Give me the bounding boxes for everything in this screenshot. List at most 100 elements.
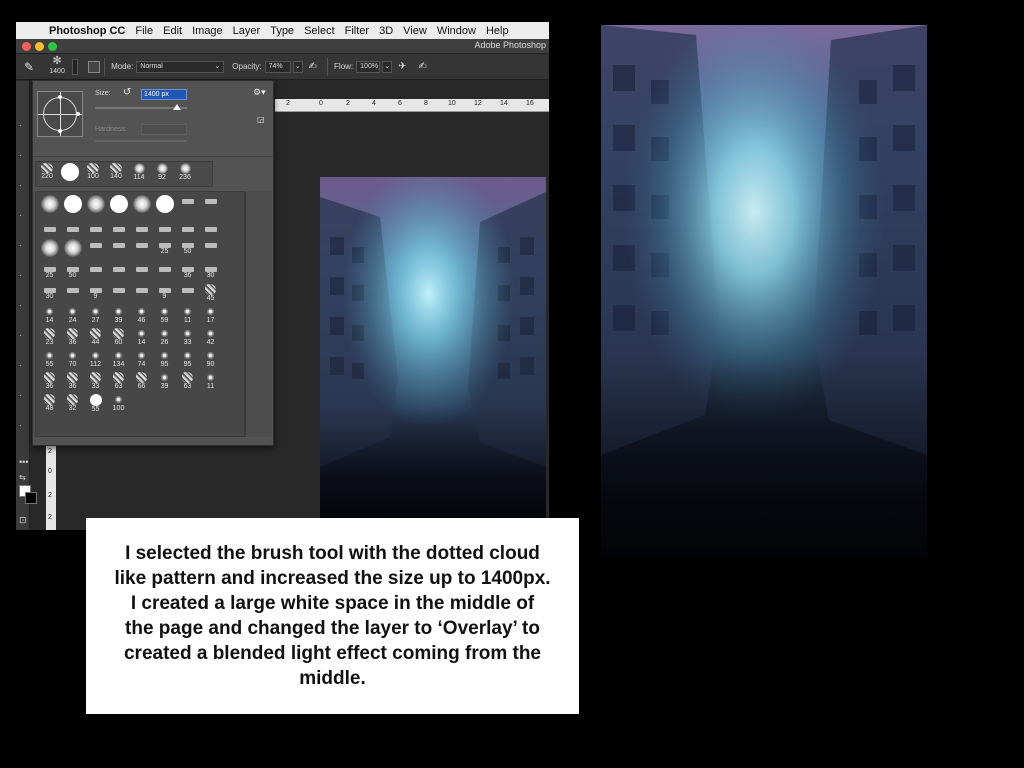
brush-preset[interactable] [107, 262, 130, 284]
brush-preset[interactable]: 11 [199, 371, 222, 393]
quick-mask-icon[interactable]: ⊡ [19, 515, 27, 526]
brush-preset[interactable] [130, 194, 153, 216]
brush-preset[interactable]: 36 [61, 371, 84, 393]
close-window-button[interactable] [22, 42, 31, 51]
menu-image[interactable]: Image [187, 25, 228, 37]
stamp-tool-icon[interactable]: · [19, 331, 22, 340]
eyedropper-tool-icon[interactable]: · [19, 241, 22, 250]
recent-brush[interactable]: 100 [82, 163, 104, 180]
crop-tool-icon[interactable]: · [19, 211, 22, 220]
brush-preset[interactable]: 32 [61, 393, 84, 415]
brush-preset[interactable]: 100 [107, 393, 130, 415]
brush-preset[interactable] [176, 194, 199, 216]
mode-select[interactable]: Normal ⌄ [136, 60, 225, 73]
brush-preset[interactable]: 42 [199, 327, 222, 349]
brush-preset[interactable]: 70 [61, 349, 84, 371]
brush-preset[interactable] [153, 262, 176, 284]
brush-preset[interactable]: 74 [130, 349, 153, 371]
brush-preset[interactable]: 55 [38, 349, 61, 371]
brush-preset[interactable] [107, 194, 130, 216]
brush-preset[interactable]: 90 [199, 349, 222, 371]
move-tool-icon[interactable]: · [19, 121, 22, 130]
hardness-input[interactable] [141, 124, 187, 135]
recent-brush[interactable]: 236 [174, 163, 196, 181]
new-preset-icon[interactable]: ◲ [257, 115, 265, 124]
gear-icon[interactable]: ⚙▾ [253, 87, 266, 98]
slider-thumb[interactable] [173, 104, 181, 110]
brush-preset[interactable] [153, 194, 176, 216]
document-canvas[interactable] [320, 177, 546, 530]
brush-preset[interactable]: 112 [84, 349, 107, 371]
brush-preset[interactable]: 55 [84, 393, 107, 415]
brush-preset[interactable]: 30 [38, 283, 61, 305]
menu-view[interactable]: View [398, 25, 432, 37]
brush-preset[interactable]: 95 [153, 349, 176, 371]
brush-preset[interactable]: 39 [153, 371, 176, 393]
more-tools-icon[interactable]: ••• [19, 457, 28, 467]
brush-panel-toggle-icon[interactable] [88, 60, 101, 73]
brush-preset[interactable] [199, 238, 222, 260]
menu-edit[interactable]: Edit [158, 25, 187, 37]
lasso-tool-icon[interactable]: · [19, 181, 22, 190]
brush-preset[interactable]: 39 [107, 305, 130, 327]
brush-preset[interactable] [84, 194, 107, 216]
healing-tool-icon[interactable]: · [19, 271, 22, 280]
size-input[interactable]: 1400 px [141, 89, 187, 100]
brush-preset[interactable] [84, 238, 107, 260]
brush-preset[interactable]: 14 [38, 305, 61, 327]
brush-preset[interactable]: 25 [153, 238, 176, 260]
brush-preset[interactable]: 48 [38, 393, 61, 415]
brush-preset[interactable]: 63 [176, 371, 199, 393]
brush-preset[interactable]: 59 [153, 305, 176, 327]
brush-preset[interactable]: 95 [176, 349, 199, 371]
brush-preset[interactable] [38, 194, 61, 216]
menu-type[interactable]: Type [265, 25, 299, 37]
brush-preset[interactable] [130, 262, 153, 284]
handle-point[interactable] [58, 95, 62, 99]
maximize-window-button[interactable] [48, 42, 57, 51]
brush-preset[interactable] [107, 238, 130, 260]
pressure-opacity-icon[interactable]: ✍ [309, 61, 317, 72]
recent-brush[interactable]: 92 [151, 163, 173, 181]
marquee-tool-icon[interactable]: · [19, 151, 22, 160]
brush-preset[interactable] [176, 283, 199, 305]
menu-select[interactable]: Select [299, 25, 340, 37]
menu-photoshop[interactable]: Photoshop CC [44, 25, 130, 37]
brush-tool-icon[interactable]: ✎ [24, 60, 34, 74]
brush-preset[interactable]: 11 [176, 305, 199, 327]
recent-brush[interactable] [59, 163, 81, 181]
recent-brush[interactable]: 220 [36, 163, 58, 180]
brush-preset[interactable]: 45 [199, 283, 222, 305]
brush-preset[interactable] [84, 262, 107, 284]
brush-preset[interactable] [61, 283, 84, 305]
flow-dropdown[interactable]: ⌄ [382, 60, 393, 73]
brush-preset[interactable]: 33 [84, 371, 107, 393]
menu-file[interactable]: File [130, 25, 158, 37]
brush-preset[interactable]: 30 [199, 262, 222, 284]
reset-size-icon[interactable]: ↺ [123, 87, 131, 98]
brush-preset[interactable]: 60 [107, 327, 130, 349]
pressure-size-icon[interactable]: ✍ [419, 61, 427, 72]
recent-brush[interactable]: 140 [105, 163, 127, 180]
handle-point[interactable] [58, 129, 62, 133]
menu-3d[interactable]: 3D [374, 25, 398, 37]
brush-preset[interactable]: 36 [38, 371, 61, 393]
menu-help[interactable]: Help [481, 25, 514, 37]
recent-brush[interactable]: 114 [128, 163, 150, 181]
brush-preset[interactable]: 33 [176, 327, 199, 349]
brush-preset[interactable]: 66 [130, 371, 153, 393]
brush-preset[interactable] [61, 194, 84, 216]
brush-preset[interactable] [199, 194, 222, 216]
brush-picker-dropdown[interactable] [72, 58, 79, 75]
brush-preset[interactable]: 23 [38, 327, 61, 349]
brush-tool-icon[interactable]: · [19, 301, 22, 310]
brush-preset[interactable]: 27 [84, 305, 107, 327]
menu-layer[interactable]: Layer [228, 25, 266, 37]
brush-preset[interactable]: 24 [61, 305, 84, 327]
eraser-tool-icon[interactable]: · [19, 391, 22, 400]
brush-angle-preview[interactable] [37, 91, 83, 137]
swap-colors-icon[interactable]: ⇆ [19, 473, 26, 482]
opacity-input[interactable]: 74% [264, 60, 291, 73]
brush-preset[interactable] [130, 283, 153, 305]
brush-preset[interactable]: 36 [61, 327, 84, 349]
